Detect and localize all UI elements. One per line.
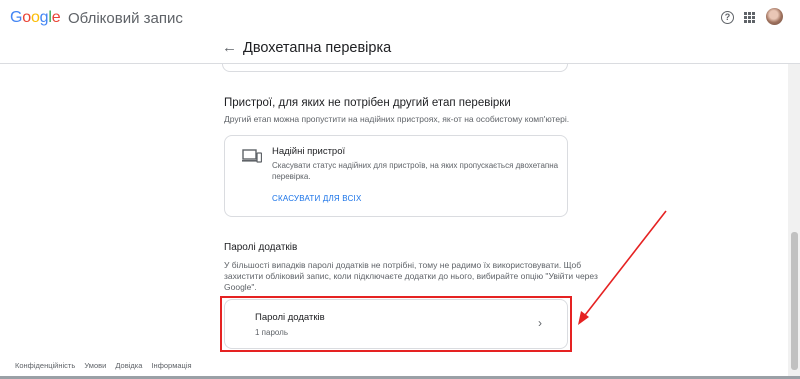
app-passwords-section-title: Паролі додатків xyxy=(224,242,298,253)
footer-link-about[interactable]: Інформація xyxy=(151,361,191,370)
revoke-all-link[interactable]: СКАСУВАТИ ДЛЯ ВСІХ xyxy=(272,194,362,203)
back-arrow-icon[interactable]: ← xyxy=(222,40,237,55)
scrollbar-thumb[interactable] xyxy=(791,232,798,370)
app-passwords-description-line3: Google". xyxy=(224,282,257,292)
footer-link-help[interactable]: Довідка xyxy=(115,361,142,370)
trusted-devices-description-line1: Скасувати статус надійних для пристроїв,… xyxy=(272,161,559,170)
apps-icon[interactable] xyxy=(744,12,755,23)
app-passwords-description-line2: захистити обліковий запис, коли підключа… xyxy=(224,271,598,281)
avatar[interactable] xyxy=(766,8,783,25)
footer-link-privacy[interactable]: Конфіденційність xyxy=(15,361,75,370)
devices-section-description: Другий етап можна пропустити на надійних… xyxy=(224,114,570,124)
help-icon[interactable]: ? xyxy=(721,11,734,24)
annotation-highlight-box xyxy=(220,296,572,352)
devices-section-title: Пристрої, для яких не потрібен другий ет… xyxy=(224,97,511,109)
app-passwords-description-line1: У більшості випадків паролі додатків не … xyxy=(224,260,582,270)
trusted-devices-description-line2: перевірка. xyxy=(272,172,311,181)
trusted-devices-title: Надійні пристрої xyxy=(272,146,346,157)
footer: Конфіденційність Умови Довідка Інформаці… xyxy=(15,361,199,370)
footer-link-terms[interactable]: Умови xyxy=(84,361,106,370)
google-logo[interactable]: Google xyxy=(10,9,61,27)
annotation-arrow xyxy=(578,210,667,325)
product-name[interactable]: Обліковий запис xyxy=(68,10,183,27)
devices-icon xyxy=(242,149,262,163)
page-title: Двохетапна перевірка xyxy=(243,40,392,56)
top-app-bar: Google Обліковий запис ? ← Двохетапна пе… xyxy=(0,0,800,64)
trusted-devices-card: Надійні пристрої Скасувати статус надійн… xyxy=(224,135,568,217)
